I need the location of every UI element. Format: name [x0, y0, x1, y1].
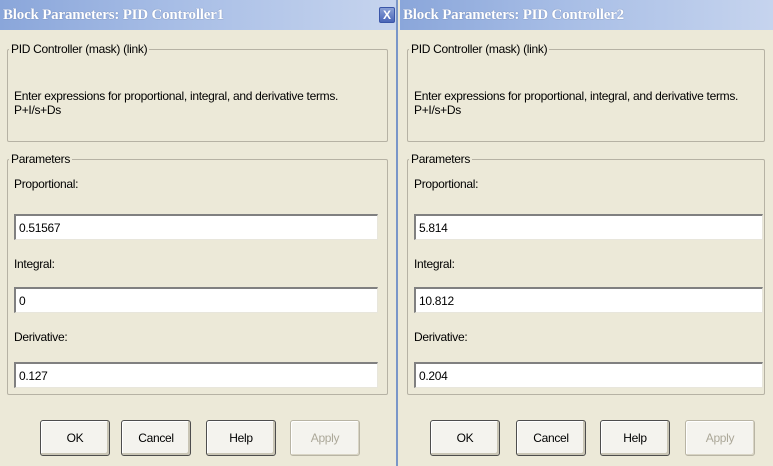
- proportional-label: Proportional:: [14, 177, 79, 191]
- derivative-input[interactable]: [414, 362, 763, 388]
- cancel-button[interactable]: Cancel: [121, 420, 191, 456]
- help-button[interactable]: Help: [600, 420, 670, 456]
- mask-description: Enter expressions for proportional, inte…: [14, 89, 338, 117]
- integral-label: Integral:: [414, 257, 455, 271]
- title-bar[interactable]: Block Parameters: PID Controller1 X: [0, 0, 396, 30]
- parameters-group-label: Parameters: [11, 152, 71, 166]
- window-title: Block Parameters: PID Controller2: [403, 6, 624, 23]
- ok-button[interactable]: OK: [430, 420, 500, 456]
- formula-line: P+I/s+Ds: [414, 103, 461, 117]
- apply-button[interactable]: Apply: [290, 420, 360, 456]
- description-line: Enter expressions for proportional, inte…: [14, 89, 339, 103]
- derivative-input[interactable]: [14, 362, 378, 388]
- mask-group-label: PID Controller (mask) (link): [411, 42, 548, 56]
- pid-controller2-dialog: Block Parameters: PID Controller2 PID Co…: [400, 0, 773, 466]
- title-bar[interactable]: Block Parameters: PID Controller2: [400, 0, 773, 30]
- apply-button[interactable]: Apply: [685, 420, 755, 456]
- pid-controller1-dialog: Block Parameters: PID Controller1 X PID …: [0, 0, 398, 466]
- cancel-button[interactable]: Cancel: [516, 420, 586, 456]
- proportional-input[interactable]: [414, 214, 763, 240]
- mask-description: Enter expressions for proportional, inte…: [414, 89, 738, 117]
- proportional-label: Proportional:: [414, 177, 479, 191]
- window-title: Block Parameters: PID Controller1: [3, 6, 224, 23]
- proportional-input[interactable]: [14, 214, 378, 240]
- derivative-label: Derivative:: [414, 330, 468, 344]
- derivative-label: Derivative:: [14, 330, 68, 344]
- description-line: Enter expressions for proportional, inte…: [414, 89, 739, 103]
- parameters-group-label: Parameters: [411, 152, 471, 166]
- integral-input[interactable]: [414, 287, 763, 313]
- integral-label: Integral:: [14, 257, 55, 271]
- mask-group-label: PID Controller (mask) (link): [11, 42, 148, 56]
- close-icon[interactable]: X: [379, 7, 395, 23]
- formula-line: P+I/s+Ds: [14, 103, 61, 117]
- integral-input[interactable]: [14, 287, 378, 313]
- ok-button[interactable]: OK: [40, 420, 110, 456]
- help-button[interactable]: Help: [206, 420, 276, 456]
